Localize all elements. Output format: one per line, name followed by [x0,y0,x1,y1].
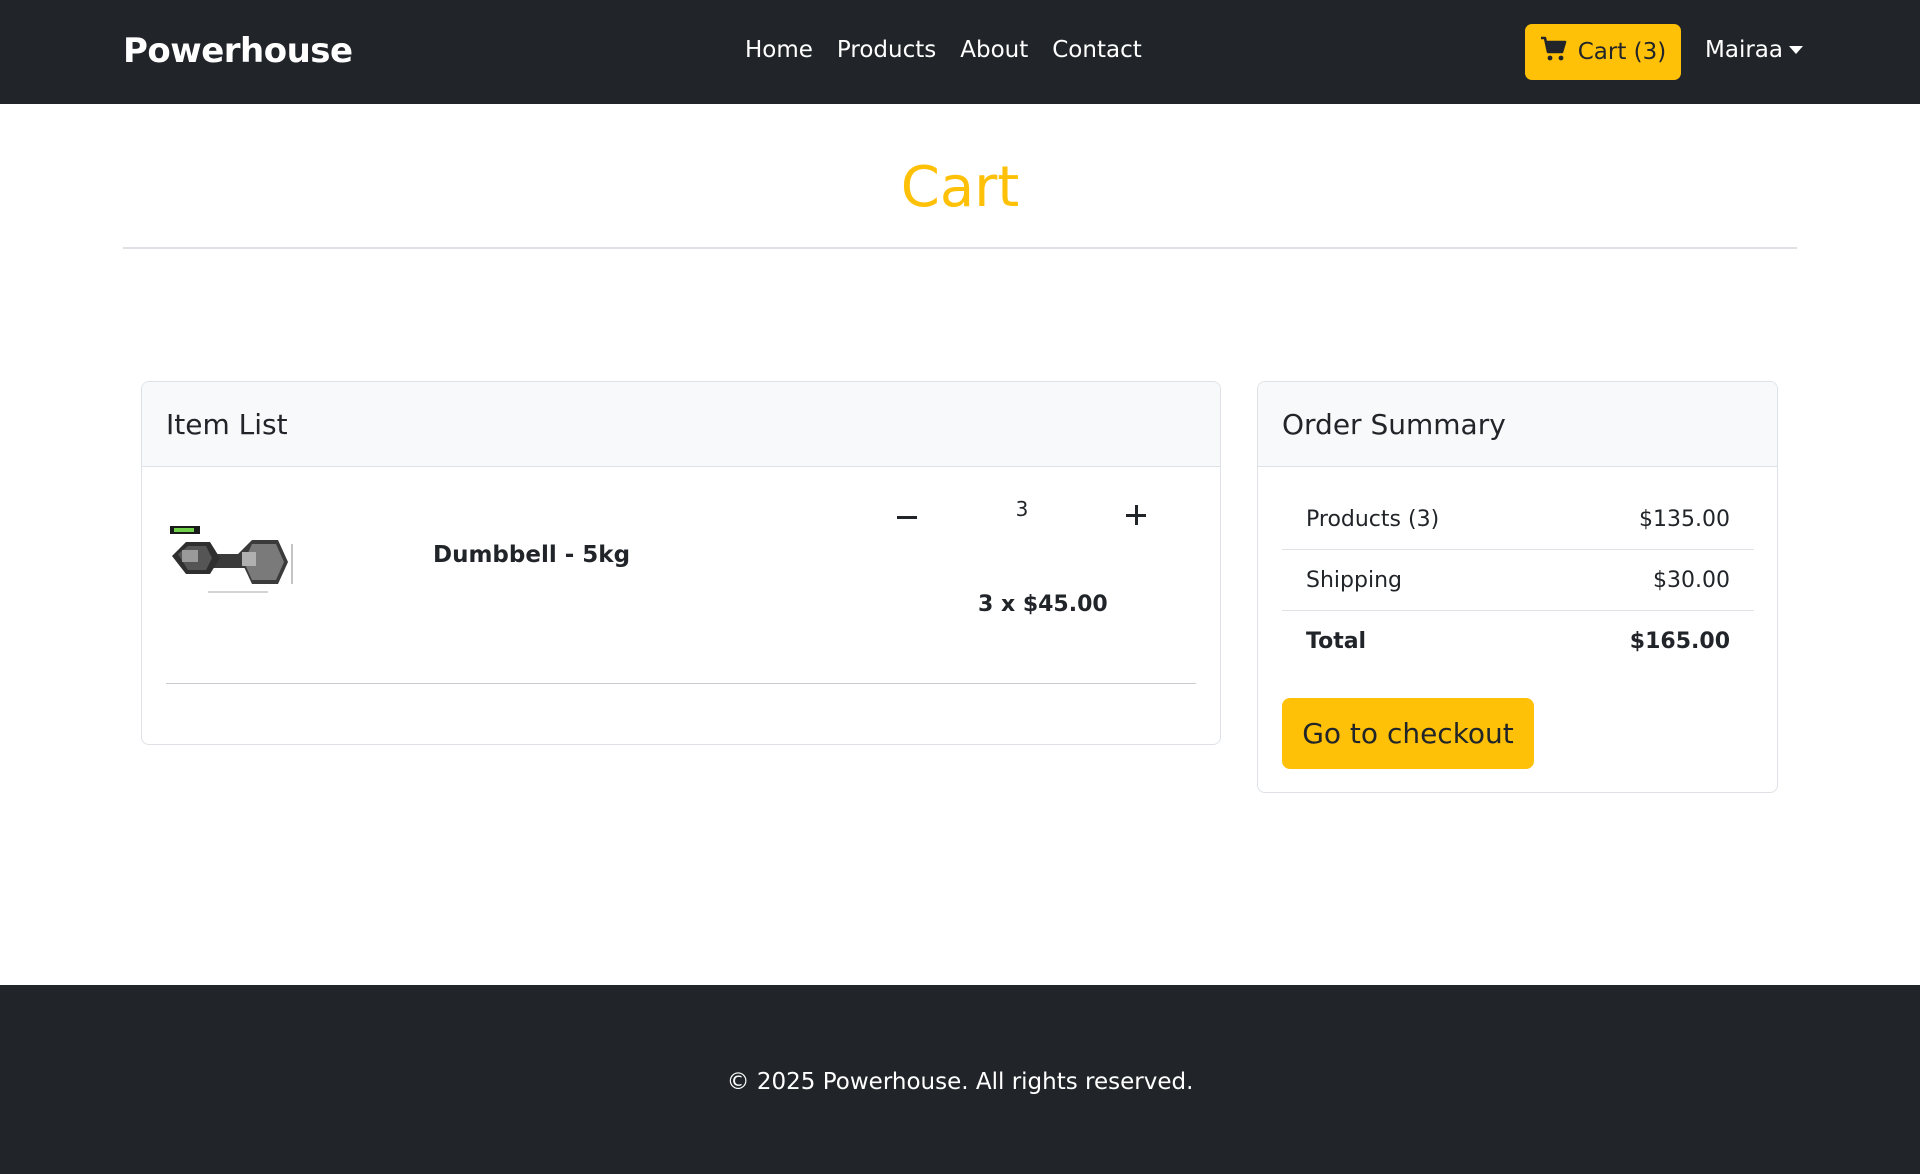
nav-link-products[interactable]: Products [837,37,936,63]
caret-down-icon [1788,46,1803,54]
navbar: Powerhouse Home Products About Contact C… [0,0,1920,104]
summary-row-total: Total $165.00 [1282,611,1754,672]
order-summary-heading: Order Summary [1282,407,1506,441]
decrease-quantity-button[interactable] [892,502,922,532]
checkout-button[interactable]: Go to checkout [1282,698,1534,769]
item-line-price: 3 x $45.00 [978,592,1108,617]
summary-label: Shipping [1306,567,1402,593]
title-divider [123,247,1797,249]
dumbbell-product-image [170,526,293,593]
item-list-header: Item List [142,382,1220,467]
brand-logo[interactable]: Powerhouse [123,31,353,71]
nav-links: Home Products About Contact [745,37,1142,63]
summary-value: $165.00 [1629,629,1730,654]
increase-quantity-button[interactable] [1120,499,1152,531]
summary-label: Products (3) [1306,506,1440,532]
footer-copyright: © 2025 Powerhouse. All rights reserved. [726,1069,1194,1095]
nav-link-about[interactable]: About [960,37,1028,63]
cart-label: Cart (3) [1577,39,1667,65]
shopping-cart-icon [1540,36,1568,68]
footer: © 2025 Powerhouse. All rights reserved. [0,985,1920,1174]
order-summary-header: Order Summary [1258,382,1777,467]
quantity-value: 3 [1015,497,1029,521]
nav-link-contact[interactable]: Contact [1052,37,1141,63]
order-summary-card: Order Summary Products (3) $135.00 Shipp… [1257,381,1778,793]
summary-value: $135.00 [1639,506,1730,532]
page-title: Cart [900,155,1020,220]
summary-row-shipping: Shipping $30.00 [1282,550,1754,611]
minus-icon [897,515,917,519]
user-name: Mairaa [1705,37,1783,63]
user-menu-dropdown[interactable]: Mairaa [1705,37,1803,63]
item-name: Dumbbell - 5kg [433,542,631,568]
cart-button[interactable]: Cart (3) [1525,24,1681,80]
summary-list: Products (3) $135.00 Shipping $30.00 Tot… [1282,489,1754,672]
nav-link-home[interactable]: Home [745,37,813,63]
item-list-card: Item List Dumbbell - 5kg 3 3 x $45.00 [141,381,1221,745]
summary-row-products: Products (3) $135.00 [1282,489,1754,550]
summary-value: $30.00 [1653,567,1730,593]
summary-label: Total [1306,629,1367,654]
item-divider [166,683,1196,684]
item-list-heading: Item List [166,407,288,441]
